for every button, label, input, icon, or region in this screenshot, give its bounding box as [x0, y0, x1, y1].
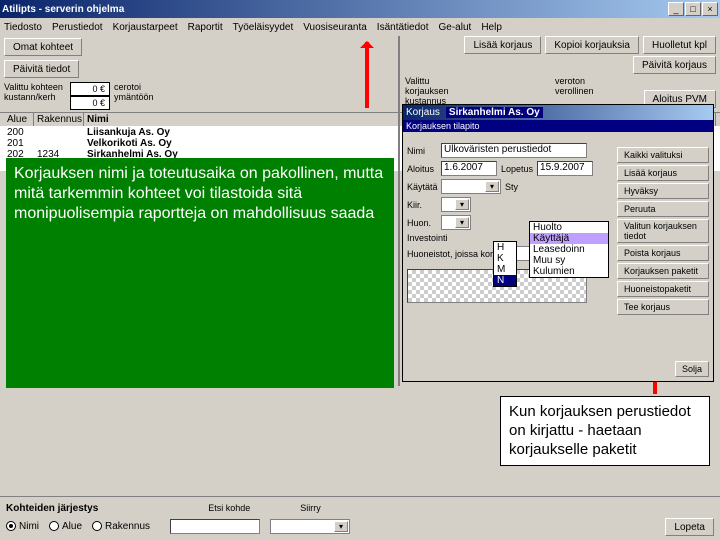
dialog-titlebar: Korjaus Sirkanhelmi As. Oy [403, 105, 713, 120]
close-button[interactable]: × [702, 2, 718, 16]
list-item[interactable]: H [494, 242, 516, 253]
cost-v1: 0 € [70, 82, 110, 96]
cost-label-block: Valittu kohteen kustann/kerh [4, 82, 66, 102]
lopeta-button[interactable]: Lopeta [665, 518, 714, 536]
cost-cm: cerotoi ymäntöön [114, 82, 176, 102]
sty-label: Sty [505, 182, 518, 192]
menu-isantatiedot[interactable]: Isäntätiedot [377, 22, 429, 33]
menu-vuosiseuranta[interactable]: Vuosiseuranta [303, 22, 367, 33]
huoneistot-label: Huoneistot, joissa korj. [407, 249, 498, 259]
kiir-label: Kiir. [407, 200, 437, 210]
list-item[interactable]: K [494, 253, 516, 264]
list-item[interactable]: Leasedoinn [530, 244, 608, 255]
list-item[interactable]: M [494, 264, 516, 275]
menu-tiedosto[interactable]: Tiedosto [4, 22, 42, 33]
window-title: Atilipts - serverin ohjelma [2, 4, 668, 15]
korjauksen-tilapito-header: Korjauksen tilapito [403, 120, 713, 132]
top-right-buttons-2: Päivitä korjaus [633, 56, 716, 74]
valitun-korjauksen-button[interactable]: Valitun korjauksen tiedot [617, 219, 709, 243]
kiir-combo[interactable] [441, 197, 471, 212]
siirry-label: Siirry [300, 503, 321, 513]
list-item[interactable]: Kulumien [530, 266, 608, 277]
dialog-title-target: Sirkanhelmi As. Oy [446, 107, 543, 118]
korjauksen-paketit-button[interactable]: Korjauksen paketit [617, 263, 709, 279]
lisaa-korjaus-button[interactable]: Lisää korjaus [464, 36, 541, 54]
kiir-dropdown-list[interactable]: H K M N [493, 241, 517, 287]
korjaus-dialog: Korjaus Sirkanhelmi As. Oy Korjauksen ti… [402, 104, 714, 382]
poista-korjaus-button[interactable]: Poista korjaus [617, 245, 709, 261]
right-cost-area: Valittu korjauksen kustannus veroton ver… [405, 76, 617, 106]
huolletut-button[interactable]: Huolletut kpl [643, 36, 716, 54]
maximize-button[interactable]: □ [685, 2, 701, 16]
nimi-input[interactable]: Ulkoväristen perustiedot [441, 143, 587, 158]
nimi-label: Nimi [407, 146, 437, 156]
col-alue-header: Alue [4, 113, 34, 126]
rcost-label-1: Valittu korjauksen [405, 76, 467, 96]
kaytata-combo[interactable] [441, 179, 501, 194]
sty-dropdown-list[interactable]: Huolto Käyttäjä Leasedoinn Muu sy Kulumi… [529, 221, 609, 278]
list-item[interactable]: Käyttäjä [530, 233, 608, 244]
huone-label: Huon. [407, 218, 437, 228]
green-tooltip: Korjauksen nimi ja toteutusaika on pakol… [6, 158, 394, 388]
top-right-buttons: Lisää korjaus Kopioi korjauksia Huolletu… [464, 36, 716, 54]
tee-korjaus-button[interactable]: Tee korjaus [617, 299, 709, 315]
vertical-divider [398, 36, 400, 386]
solja-button[interactable]: Solja [675, 361, 709, 377]
radio-dot-icon [6, 521, 16, 531]
aloitus-input[interactable]: 1.6.2007 [441, 161, 497, 176]
paivita-tiedot-button[interactable]: Päivitä tiedot [4, 60, 79, 78]
menu-gealut[interactable]: Ge-alut [439, 22, 472, 33]
lopetus-label: Lopetus [501, 164, 533, 174]
rcost-cm: veroton verollinen [555, 76, 617, 106]
cost-label-1: Valittu kohteen [4, 82, 66, 92]
jarjestys-label: Kohteiden järjestys [6, 503, 98, 514]
cost-cm1: cerotoi [114, 82, 176, 92]
siirry-combo[interactable] [270, 519, 350, 534]
white-note: Kun korjauksen perustiedot on kirjattu -… [500, 396, 710, 466]
huoneistopaketit-button[interactable]: Huoneistopaketit [617, 281, 709, 297]
radio-nimi[interactable]: Nimi [6, 521, 39, 532]
dialog-button-column: Kaikki valituksi Lisää korjaus Hyväksy P… [617, 147, 709, 315]
list-item[interactable]: N [494, 275, 516, 286]
menu-korjaustarpeet[interactable]: Korjaustarpeet [113, 22, 178, 33]
radio-rakennus[interactable]: Rakennus [92, 521, 150, 532]
menu-help[interactable]: Help [481, 22, 502, 33]
radio-alue[interactable]: Alue [49, 521, 82, 532]
huone-combo[interactable] [441, 215, 471, 230]
radio-dot-icon [92, 521, 102, 531]
cost-values: 0 € 0 € [70, 82, 110, 110]
rcost-cm1: veroton [555, 76, 617, 86]
cost-cm2: ymäntöön [114, 92, 176, 102]
list-item[interactable]: Muu sy [530, 255, 608, 266]
kopioi-button[interactable]: Kopioi korjauksia [545, 36, 639, 54]
cost-label-2: kustann/kerh [4, 92, 66, 102]
footer: Kohteiden järjestys Etsi kohde Siirry Ni… [0, 496, 720, 540]
menu-raportit[interactable]: Raportit [188, 22, 223, 33]
kaikki-valituksi-button[interactable]: Kaikki valituksi [617, 147, 709, 163]
investointi-label: Investointi [407, 233, 448, 243]
red-arrow-up-icon [365, 42, 369, 108]
lopetus-input[interactable]: 15.9.2007 [537, 161, 593, 176]
aloitus-label: Aloitus [407, 164, 437, 174]
etsi-input[interactable] [170, 519, 260, 534]
menu-perustiedot[interactable]: Perustiedot [52, 22, 103, 33]
dialog-title-prefix: Korjaus [406, 107, 440, 118]
minimize-button[interactable]: _ [668, 2, 684, 16]
omat-kohteet-button[interactable]: Omat kohteet [4, 38, 82, 56]
etsi-label: Etsi kohde [208, 503, 250, 513]
kaytata-label: Käytätä [407, 182, 437, 192]
col-rak-header: Rakennus [34, 113, 84, 126]
lisaa-korjaus-dlg-button[interactable]: Lisää korjaus [617, 165, 709, 181]
list-item[interactable]: Huolto [530, 222, 608, 233]
rcost-label-block: Valittu korjauksen kustannus [405, 76, 467, 106]
rcost-cm2: verollinen [555, 86, 617, 96]
menu-tyoelaisyys[interactable]: Työeläisyydet [233, 22, 294, 33]
paivita-korjaus-button[interactable]: Päivitä korjaus [633, 56, 716, 74]
window-buttons: _ □ × [668, 2, 718, 16]
titlebar: Atilipts - serverin ohjelma _ □ × [0, 0, 720, 18]
cost-v2: 0 € [70, 96, 110, 110]
radio-dot-icon [49, 521, 59, 531]
hyvaksy-button[interactable]: Hyväksy [617, 183, 709, 199]
peruuta-button[interactable]: Peruuta [617, 201, 709, 217]
